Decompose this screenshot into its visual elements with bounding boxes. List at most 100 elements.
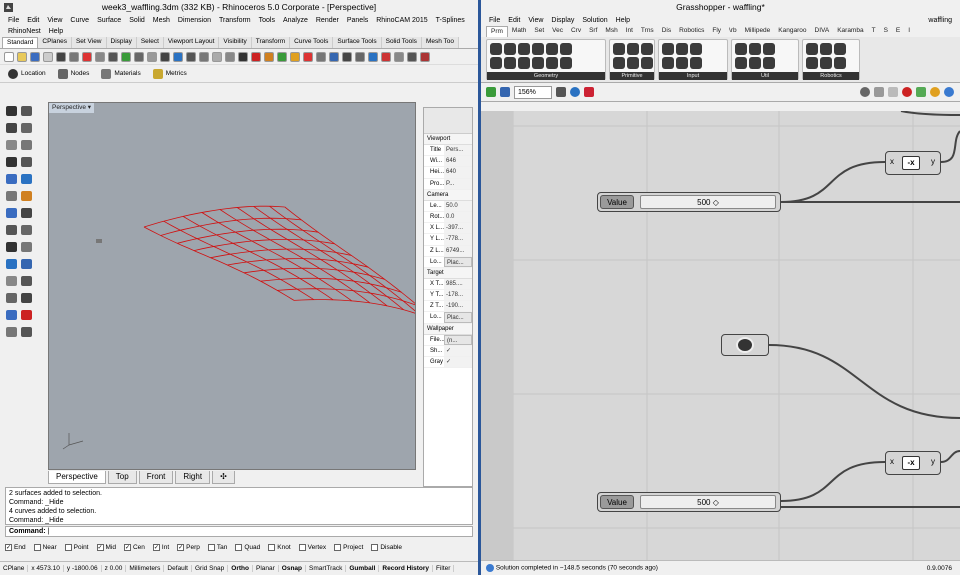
left-tool-icon[interactable] (6, 276, 17, 286)
left-tool-icon[interactable] (6, 140, 17, 150)
component-icon[interactable] (834, 43, 846, 55)
prop-value[interactable]: P... (444, 178, 472, 189)
prop-value[interactable]: 0.0 (444, 211, 472, 223)
standard-tool-icon[interactable] (147, 51, 157, 62)
gh-tab-prm[interactable]: Prm (486, 26, 508, 37)
component-icon[interactable] (820, 57, 832, 69)
gh-menu-edit[interactable]: Edit (504, 15, 524, 26)
left-tool-icon[interactable] (6, 310, 17, 320)
osnap-point[interactable]: Point (64, 544, 89, 551)
toolbar-tab-transform[interactable]: Transform (251, 37, 291, 48)
perspective-viewport[interactable]: Perspective ▾ (48, 102, 416, 470)
left-tool-icon[interactable] (21, 208, 32, 218)
gh-tab-math[interactable]: Math (508, 26, 530, 37)
gh-tab-millipede[interactable]: Millipede (741, 26, 775, 37)
waffle-rib-curve[interactable] (253, 206, 404, 311)
component-icon[interactable] (504, 57, 516, 69)
nodes-tool[interactable]: Nodes (57, 68, 89, 79)
prop-value[interactable]: ✓ (444, 345, 472, 356)
osnap-checkbox[interactable]: ✓ (152, 544, 160, 551)
waffle-rib-curve[interactable] (163, 220, 314, 300)
status-x-4573-10[interactable]: x 4573.10 (28, 565, 64, 572)
open-file-icon[interactable] (486, 87, 496, 97)
component-icon[interactable] (662, 57, 674, 69)
prop-value[interactable]: 50.0 (444, 200, 472, 211)
gh-tab-set[interactable]: Set (530, 26, 548, 37)
osnap-near[interactable]: Near (33, 544, 57, 551)
waffle-rib-curve[interactable] (293, 299, 415, 321)
standard-tool-icon[interactable] (186, 51, 196, 62)
gh-tab-msh[interactable]: Msh (601, 26, 621, 37)
waffle-rib-curve[interactable] (243, 267, 385, 280)
osnap-checkbox[interactable] (298, 544, 306, 551)
negative-component-2[interactable]: x -x y (885, 451, 941, 475)
osnap-checkbox[interactable]: ✓ (96, 544, 104, 551)
standard-tool-icon[interactable] (316, 51, 326, 62)
menu-edit[interactable]: Edit (23, 15, 43, 26)
osnap-checkbox[interactable] (334, 544, 342, 551)
standard-tool-icon[interactable] (56, 51, 66, 62)
toolbar-tab-viewport-layout[interactable]: Viewport Layout (163, 37, 220, 48)
prop-value[interactable]: Plac... (444, 256, 472, 267)
standard-tool-icon[interactable] (43, 51, 53, 62)
osnap-checkbox[interactable] (33, 544, 41, 551)
toolbar-tab-curve-tools[interactable]: Curve Tools (290, 37, 334, 48)
tab-front[interactable]: Front (138, 471, 174, 484)
component-icon[interactable] (763, 43, 775, 55)
status-osnap[interactable]: Osnap (279, 565, 307, 572)
left-tool-icon[interactable] (21, 225, 32, 235)
component-icon[interactable] (820, 43, 832, 55)
osnap-checkbox[interactable]: ✓ (5, 544, 12, 551)
gh-tab-srf[interactable]: Srf (585, 26, 601, 37)
preview-shaded-icon[interactable] (888, 87, 898, 97)
component-icon[interactable] (560, 43, 572, 55)
standard-tool-icon[interactable] (329, 51, 339, 62)
materials-tool[interactable]: Materials (101, 68, 141, 79)
standard-tool-icon[interactable] (225, 51, 235, 62)
toolbar-tab-select[interactable]: Select (136, 37, 164, 48)
standard-tool-icon[interactable] (173, 51, 183, 62)
standard-tool-icon[interactable] (368, 51, 378, 62)
component-icon[interactable] (532, 57, 544, 69)
component-icon[interactable] (763, 57, 775, 69)
left-tool-icon[interactable] (6, 191, 17, 201)
gh-tab-fly[interactable]: Fly (708, 26, 725, 37)
menu-rhinocam-2015[interactable]: RhinoCAM 2015 (372, 15, 431, 26)
status-smarttrack[interactable]: SmartTrack (306, 565, 347, 572)
osnap-project[interactable]: Project (334, 544, 363, 551)
ribbon-group-label[interactable]: Primitive (610, 72, 654, 80)
component-icon[interactable] (662, 43, 674, 55)
left-tool-icon[interactable] (21, 310, 32, 320)
osnap-int[interactable]: ✓ Int (152, 544, 169, 551)
prop-value[interactable]: 985.... (444, 278, 472, 290)
rhino-app-icon[interactable] (3, 2, 14, 13)
osnap-checkbox[interactable]: ✓ (177, 544, 185, 551)
preview-eye-icon[interactable] (570, 87, 580, 97)
tab-right[interactable]: Right (175, 471, 211, 484)
standard-tool-icon[interactable] (17, 51, 27, 62)
prop-value[interactable]: 646 (444, 156, 472, 167)
menu-analyze[interactable]: Analyze (279, 15, 312, 26)
save-file-icon[interactable] (500, 87, 510, 97)
gh-tab-kangaroo[interactable]: Kangaroo (774, 26, 810, 37)
osnap-perp[interactable]: ✓ Perp (177, 544, 200, 551)
gh-tab-trns[interactable]: Trns (637, 26, 658, 37)
menu-panels[interactable]: Panels (343, 15, 372, 26)
standard-tool-icon[interactable] (160, 51, 170, 62)
gh-menu-file[interactable]: File (485, 15, 504, 26)
toolbar-tab-surface-tools[interactable]: Surface Tools (333, 37, 382, 48)
gh-tab--rb[interactable]: \rb (725, 26, 741, 37)
preview-wire-icon[interactable] (874, 87, 884, 97)
standard-tool-icon[interactable] (134, 51, 144, 62)
left-tool-icon[interactable] (6, 123, 17, 133)
osnap-checkbox[interactable] (207, 544, 215, 551)
osnap-cen[interactable]: ✓ Cen (123, 544, 145, 551)
status-grid-snap[interactable]: Grid Snap (192, 565, 229, 572)
gh-tab-int[interactable]: Int (622, 26, 637, 37)
prop-value[interactable]: -178... (444, 290, 472, 301)
toolbar-tab-mesh-too[interactable]: Mesh Too (421, 37, 460, 48)
prop-value[interactable]: ✓ (444, 357, 472, 368)
left-tool-icon[interactable] (21, 123, 32, 133)
toolbar-tab-cplanes[interactable]: CPlanes (38, 37, 72, 48)
prop-value[interactable]: Pers... (444, 145, 472, 156)
